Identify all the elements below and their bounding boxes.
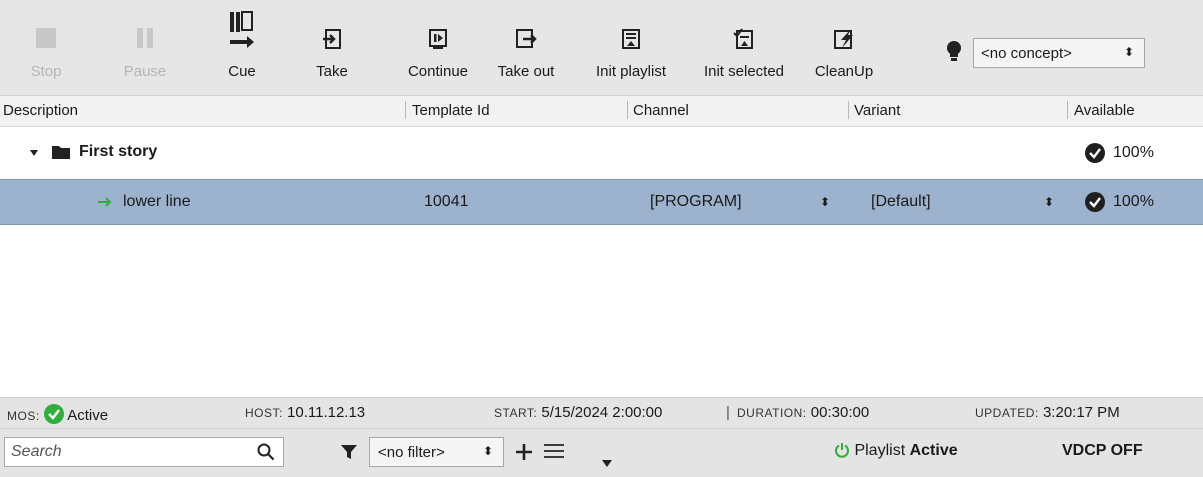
- item-variant[interactable]: [Default]: [871, 193, 931, 211]
- host-status: HOST: 10.11.12.13: [245, 404, 365, 421]
- take-icon: [323, 29, 341, 49]
- cue-label: Cue: [228, 63, 256, 80]
- updated-status: UPDATED: 3:20:17 PM: [975, 404, 1120, 421]
- playlist-prefix: Playlist: [854, 442, 906, 459]
- item-channel[interactable]: [PROGRAM]: [650, 193, 742, 211]
- mos-status: MOS: Active: [7, 404, 108, 424]
- stop-icon: [36, 28, 56, 48]
- stop-label: Stop: [30, 63, 62, 80]
- arrow-right-icon: [98, 197, 112, 207]
- chevron-down-icon[interactable]: [601, 458, 613, 468]
- divider: |: [726, 404, 730, 421]
- check-circle-icon: [1085, 192, 1105, 212]
- toolbar: Stop Pause Cue Take Continue Take out In…: [0, 0, 1203, 96]
- take-out-label: Take out: [497, 63, 555, 80]
- start-status: START: 5/15/2024 2:00:00: [494, 404, 662, 421]
- continue-button[interactable]: Continue: [390, 0, 486, 95]
- column-channel[interactable]: Channel: [633, 102, 689, 119]
- pause-icon: [137, 28, 153, 48]
- init-selected-button[interactable]: Init selected: [689, 0, 799, 95]
- take-label: Take: [316, 63, 348, 80]
- filter-value: <no filter>: [378, 443, 445, 461]
- column-available[interactable]: Available: [1074, 102, 1135, 119]
- playlist-status: Playlist Active: [834, 442, 958, 460]
- column-divider[interactable]: [1067, 101, 1068, 119]
- check-circle-icon: [43, 404, 64, 424]
- folder-icon: [52, 146, 70, 159]
- host-label: HOST:: [245, 406, 283, 420]
- filter-select[interactable]: <no filter> ⬍: [369, 437, 504, 467]
- vdcp-status: VDCP OFF: [1062, 442, 1143, 459]
- column-description[interactable]: Description: [3, 102, 78, 119]
- start-label: START:: [494, 406, 538, 420]
- take-out-icon: [516, 29, 537, 48]
- updated-label: UPDATED:: [975, 406, 1039, 420]
- expand-triangle-icon[interactable]: [29, 148, 39, 158]
- table-row[interactable]: lower line 10041 [PROGRAM] ⬍ [Default] ⬍…: [0, 179, 1203, 225]
- init-selected-icon: [733, 28, 753, 49]
- plus-icon[interactable]: [515, 443, 533, 461]
- item-available: 100%: [1113, 193, 1154, 210]
- updated-value: 3:20:17 PM: [1042, 404, 1120, 421]
- column-variant[interactable]: Variant: [854, 102, 900, 119]
- group-available: 100%: [1113, 144, 1154, 161]
- column-divider[interactable]: [405, 101, 406, 119]
- item-template-id: 10041: [424, 193, 469, 210]
- search-input[interactable]: [5, 438, 243, 466]
- check-circle-icon: [1085, 143, 1105, 163]
- continue-label: Continue: [407, 63, 469, 80]
- bottom-bar: <no filter> ⬍ Playlist Active VDCP OFF: [0, 428, 1203, 477]
- lightbulb-icon: [947, 41, 961, 61]
- concept-select[interactable]: <no concept> ⬍: [973, 38, 1145, 68]
- status-bar: MOS: Active HOST: 10.11.12.13 START: 5/1…: [0, 397, 1203, 428]
- duration-label: DURATION:: [737, 406, 807, 420]
- init-playlist-label: Init playlist: [595, 63, 667, 80]
- updown-arrow-icon: ⬍: [1123, 45, 1134, 59]
- init-playlist-icon: [622, 29, 640, 49]
- mos-label: MOS:: [7, 409, 40, 423]
- cleanup-label: CleanUp: [814, 63, 874, 80]
- filter-icon[interactable]: [341, 444, 357, 460]
- init-playlist-button[interactable]: Init playlist: [581, 0, 681, 95]
- power-icon: [835, 443, 849, 458]
- stop-button[interactable]: Stop: [24, 0, 68, 95]
- take-out-button[interactable]: Take out: [487, 0, 565, 95]
- init-selected-label: Init selected: [703, 63, 785, 80]
- cleanup-button[interactable]: CleanUp: [809, 0, 879, 95]
- menu-lines-icon[interactable]: [544, 444, 564, 458]
- duration-value: 00:30:00: [810, 404, 870, 421]
- column-divider[interactable]: [627, 101, 628, 119]
- host-value: 10.11.12.13: [287, 404, 366, 421]
- playlist-state: Active: [909, 442, 958, 459]
- pause-button[interactable]: Pause: [118, 0, 172, 95]
- column-header: Description Template Id Channel Variant …: [0, 96, 1203, 127]
- group-name: First story: [79, 143, 158, 160]
- column-template-id[interactable]: Template Id: [412, 102, 490, 119]
- cue-icon: [230, 11, 254, 48]
- duration-status: DURATION: 00:30:00: [737, 404, 869, 421]
- updown-arrow-icon: ⬍: [482, 444, 493, 458]
- updown-arrow-icon[interactable]: ⬍: [820, 195, 830, 209]
- search-icon[interactable]: [257, 443, 275, 461]
- item-description: lower line: [123, 193, 191, 210]
- cleanup-icon: [834, 29, 853, 49]
- updown-arrow-icon[interactable]: ⬍: [1044, 195, 1054, 209]
- start-value: 5/15/2024 2:00:00: [541, 404, 663, 421]
- continue-icon: [429, 29, 447, 49]
- concept-select-value: <no concept>: [981, 44, 1072, 62]
- column-divider[interactable]: [848, 101, 849, 119]
- mos-value: Active: [67, 407, 109, 424]
- group-row[interactable]: First story 100%: [0, 127, 1203, 179]
- take-button[interactable]: Take: [312, 0, 352, 95]
- playlist-list: First story 100% lower line 10041 [PROGR…: [0, 127, 1203, 397]
- cue-button[interactable]: Cue: [222, 0, 262, 95]
- search-box: [4, 437, 284, 467]
- pause-label: Pause: [123, 63, 167, 80]
